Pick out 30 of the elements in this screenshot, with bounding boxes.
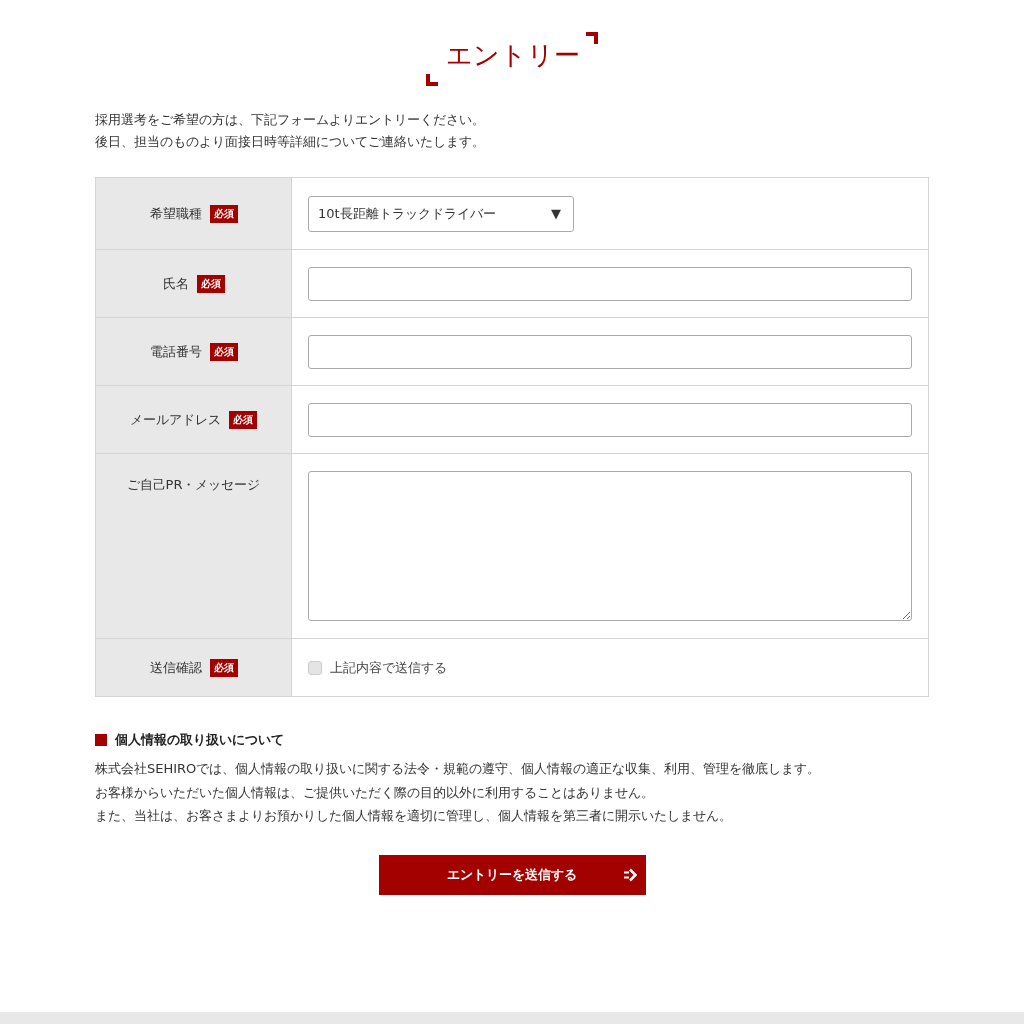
required-badge: 必須 [229, 410, 257, 429]
page-title: エントリー [426, 32, 598, 82]
submit-button[interactable]: エントリーを送信する [378, 854, 646, 895]
checkbox-label[interactable]: 上記内容で送信する [330, 658, 447, 677]
field-label: 送信確認 [149, 658, 202, 677]
input-field[interactable] [308, 402, 912, 437]
field-label: 希望職種 [149, 204, 202, 223]
intro-text: 後日、担当のものより面接日時等詳細についてご連絡いたします。 [95, 133, 486, 151]
input-field[interactable] [308, 334, 912, 369]
square-bullet-icon [95, 734, 107, 746]
corner-bracket-icon [586, 32, 598, 44]
intro-text: 採用選考をご希望の方は、下記フォームよりエントリーください。 [95, 111, 486, 129]
checkbox[interactable] [308, 660, 322, 675]
field-label: ご自己PR・メッセージ [126, 476, 261, 494]
field-label: 電話番号 [149, 342, 202, 361]
privacy-text: お客様からいただいた個人情報は、ご提供いただく際の目的以外に利用することはありません。 [95, 783, 655, 802]
field-label: 氏名 [162, 274, 189, 293]
input-field[interactable] [308, 266, 912, 301]
section-heading: 個人情報の取り扱いについて [115, 731, 284, 749]
message-field[interactable] [308, 471, 912, 621]
privacy-text: また、当社は、お客さまよりお預かりした個人情報を適切に管理し、個人情報を第三者に開示いたしません。 [95, 807, 733, 825]
required-badge: 必須 [209, 204, 238, 223]
field-label: メールアドレス [130, 410, 221, 429]
privacy-text: 株式会社SEHIROでは、個人情報の取り扱いに関する法令・規範の遵守、個人情報の適正な収集、利用、管理を徹底します。 [95, 760, 822, 778]
arrow-right-icon [622, 867, 637, 882]
corner-bracket-icon [426, 74, 438, 86]
job-type-select[interactable]: 10t長距離トラックドライバー ▼ [308, 195, 574, 232]
required-badge: 必須 [209, 658, 238, 677]
required-badge: 必須 [209, 342, 238, 361]
required-badge: 必須 [196, 274, 225, 293]
